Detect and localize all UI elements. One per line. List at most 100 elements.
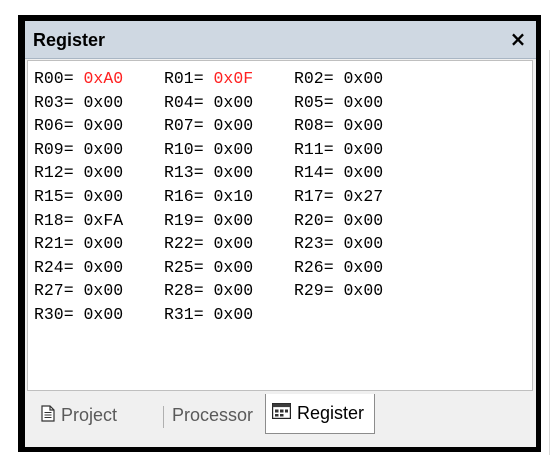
- register-name: R05=: [294, 92, 334, 112]
- register-name: R10=: [164, 139, 204, 159]
- window-title: Register: [33, 30, 106, 50]
- register-name: R11=: [294, 139, 334, 159]
- register-name: R26=: [294, 257, 334, 277]
- register-name: R02=: [294, 69, 334, 88]
- register-name: R22=: [164, 234, 204, 254]
- register-value: 0x00: [83, 116, 124, 136]
- register-entry: R16= 0x10: [164, 185, 294, 209]
- register-name: R29=: [294, 281, 334, 301]
- register-value: 0x00: [213, 92, 254, 112]
- register-entry: R13= 0x00: [164, 161, 294, 185]
- register-entry: R24= 0x00: [34, 256, 164, 280]
- register-value: 0x00: [343, 234, 384, 254]
- register-name: R13=: [164, 163, 204, 183]
- register-name: R16=: [164, 186, 204, 206]
- register-row: R24= 0x00 R25= 0x00 R26= 0x00: [34, 256, 424, 280]
- register-value: 0x00: [83, 281, 124, 301]
- register-row: R30= 0x00 R31= 0x00: [34, 303, 424, 327]
- register-entry: R00= 0xA0: [34, 67, 164, 91]
- register-value: 0x00: [213, 210, 254, 230]
- register-name: R25=: [164, 257, 204, 277]
- register-value: 0x00: [213, 281, 254, 301]
- register-value: 0xFA: [83, 210, 124, 230]
- register-name: R04=: [164, 92, 204, 112]
- register-value: 0x10: [213, 186, 254, 206]
- register-entry: R25= 0x00: [164, 256, 294, 280]
- register-row: R00= 0xA0 R01= 0x0F R02= 0x00: [34, 67, 424, 91]
- register-value: 0x00: [213, 257, 254, 277]
- register-name: R07=: [164, 116, 204, 136]
- register-value: 0x00: [83, 257, 124, 277]
- register-value: 0x00: [213, 116, 254, 136]
- register-name: R21=: [34, 234, 74, 254]
- register-entry: R08= 0x00: [294, 114, 424, 138]
- register-value: 0x00: [83, 186, 124, 206]
- register-entry: R31= 0x00: [164, 303, 294, 327]
- tab-project[interactable]: Project: [41, 398, 117, 433]
- register-entry: R07= 0x00: [164, 114, 294, 138]
- register-name: R00=: [34, 69, 74, 88]
- tab-register[interactable]: Register: [265, 394, 376, 434]
- register-name: R08=: [294, 116, 334, 136]
- window-titlebar[interactable]: Register ×: [25, 21, 536, 59]
- document-icon: [41, 404, 55, 427]
- register-entry: R17= 0x27: [294, 185, 424, 209]
- register-value: 0x00: [213, 139, 254, 159]
- register-value: 0x00: [343, 139, 384, 159]
- register-name: R24=: [34, 257, 74, 277]
- register-entry: R12= 0x00: [34, 161, 164, 185]
- register-row: R09= 0x00 R10= 0x00 R11= 0x00: [34, 138, 424, 162]
- register-name: R14=: [294, 163, 334, 183]
- register-entry: R03= 0x00: [34, 91, 164, 115]
- background-divider: [549, 50, 550, 455]
- register-row: R21= 0x00 R22= 0x00 R23= 0x00: [34, 232, 424, 256]
- register-name: R12=: [34, 163, 74, 183]
- register-row: R15= 0x00 R16= 0x10 R17= 0x27: [34, 185, 424, 209]
- register-entry: R02= 0x00: [294, 67, 424, 91]
- register-panel: R00= 0xA0 R01= 0x0F R02= 0x00 R03= 0x00 R04=…: [27, 60, 533, 391]
- register-entry: R21= 0x00: [34, 232, 164, 256]
- register-window: Register × R00= 0xA0 R01= 0x0F R02= 0x00 R0…: [25, 21, 536, 447]
- register-name: R06=: [34, 116, 74, 136]
- register-value: 0x00: [343, 69, 384, 88]
- register-entry: R26= 0x00: [294, 256, 424, 280]
- register-name: R15=: [34, 186, 74, 206]
- register-name: R31=: [164, 304, 204, 324]
- register-name: R23=: [294, 234, 334, 254]
- register-entry: R05= 0x00: [294, 91, 424, 115]
- tab-register-label: Register: [297, 403, 365, 423]
- register-name: R18=: [34, 210, 74, 230]
- register-name: R03=: [34, 92, 74, 112]
- register-entry: R15= 0x00: [34, 185, 164, 209]
- register-name: R20=: [294, 210, 334, 230]
- register-entry: R20= 0x00: [294, 209, 424, 233]
- tab-processor[interactable]: Processor: [172, 398, 253, 433]
- register-value: 0x0F: [213, 69, 254, 88]
- register-value: 0x00: [83, 304, 124, 324]
- tab-bar: Project Processor Register: [27, 392, 533, 444]
- register-value: 0x00: [213, 304, 254, 324]
- register-value: 0x00: [343, 281, 384, 301]
- register-name: R28=: [164, 281, 204, 301]
- register-grid: R00= 0xA0 R01= 0x0F R02= 0x00 R03= 0x00 R04=…: [34, 67, 424, 327]
- register-entry: R23= 0x00: [294, 232, 424, 256]
- register-value: 0xA0: [83, 69, 124, 88]
- register-window-icon: [272, 403, 291, 424]
- register-entry: R22= 0x00: [164, 232, 294, 256]
- register-value: 0x00: [83, 92, 124, 112]
- close-button[interactable]: ×: [506, 26, 530, 52]
- register-name: R30=: [34, 304, 74, 324]
- register-row: R03= 0x00 R04= 0x00 R05= 0x00: [34, 91, 424, 115]
- register-name: R01=: [164, 69, 204, 88]
- register-entry: R14= 0x00: [294, 161, 424, 185]
- register-value: 0x00: [343, 210, 384, 230]
- register-name: R19=: [164, 210, 204, 230]
- register-entry: R18= 0xFA: [34, 209, 164, 233]
- tab-processor-label: Processor: [172, 405, 254, 425]
- register-entry: R06= 0x00: [34, 114, 164, 138]
- register-name: R27=: [34, 281, 74, 301]
- register-value: 0x27: [343, 186, 384, 206]
- register-entry: R01= 0x0F: [164, 67, 294, 91]
- register-entry: R27= 0x00: [34, 279, 164, 303]
- register-value: 0x00: [83, 234, 124, 254]
